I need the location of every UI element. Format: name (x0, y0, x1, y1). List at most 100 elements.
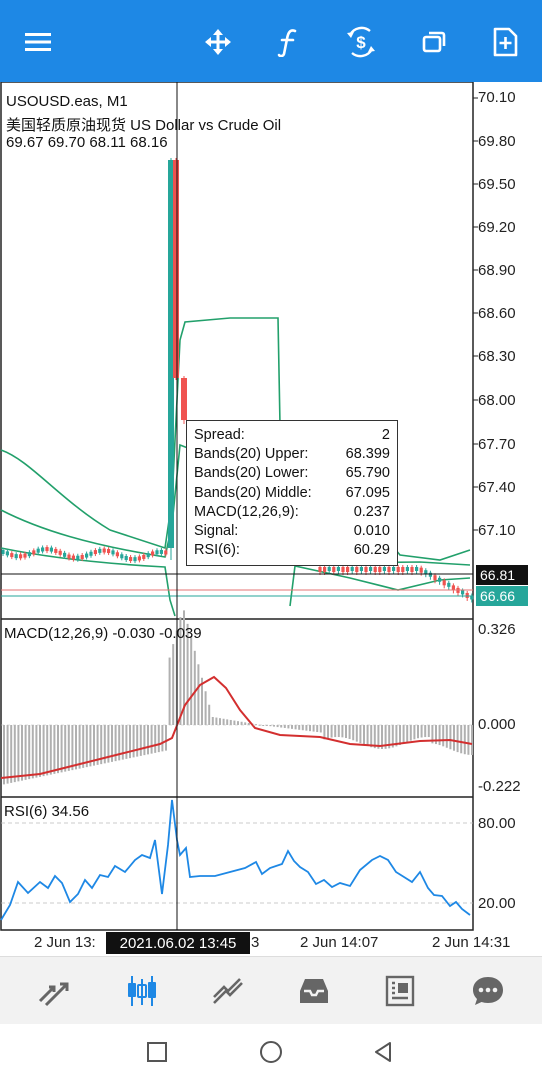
macd-bar (442, 725, 445, 747)
candle-body (318, 567, 322, 572)
candle-body (14, 554, 18, 559)
macd-bar (78, 725, 81, 769)
macd-bar (226, 719, 229, 725)
windows-icon[interactable] (414, 22, 454, 62)
home-button[interactable] (255, 1038, 287, 1066)
macd-bar (348, 725, 351, 739)
trade-icon[interactable]: $ (341, 22, 381, 62)
candle-body (133, 557, 137, 562)
macd-bar (345, 725, 347, 739)
candle-body (447, 582, 451, 587)
news-icon[interactable] (378, 971, 422, 1011)
macd-bar (305, 725, 308, 731)
back-button[interactable] (367, 1038, 399, 1066)
time-axis-label: 2 Jun 13: (34, 934, 96, 951)
macd-bar (129, 725, 131, 759)
macd-bar (46, 725, 49, 776)
candle-body (41, 547, 45, 552)
macd-bar (244, 722, 247, 725)
macd-bar (39, 725, 41, 777)
recents-button[interactable] (141, 1038, 173, 1066)
candle-body (327, 567, 331, 571)
candle-body (102, 548, 106, 553)
candle-body (76, 555, 80, 560)
candle-body (137, 556, 141, 561)
macd-bar (197, 664, 200, 725)
macd-bar (460, 725, 463, 754)
candle-body (146, 553, 150, 558)
macd-bar (24, 725, 27, 780)
macd-bar (42, 725, 45, 777)
macd-bar (456, 725, 459, 753)
macd-bar (193, 650, 196, 725)
info-row: Bands(20) Upper: 68.399 (194, 446, 390, 463)
rsi-axis-label: 80.00 (478, 815, 516, 832)
macd-bar (471, 725, 473, 755)
candle-body (115, 552, 119, 557)
chat-icon[interactable] (466, 971, 510, 1011)
candle-body (67, 554, 71, 559)
candle-body (49, 547, 53, 552)
info-row: MACD(12,26,9): 0.237 (194, 503, 390, 520)
candle-body (98, 548, 102, 553)
macd-bar (237, 721, 239, 725)
candle-body (58, 550, 62, 555)
macd-bar (172, 644, 175, 725)
macd-bar (71, 725, 74, 771)
candle-body (341, 567, 345, 572)
info-row: Bands(20) Lower: 65.790 (194, 465, 390, 482)
macd-bar (125, 725, 128, 759)
candle-body (89, 551, 93, 556)
quotes-icon[interactable] (32, 971, 76, 1011)
candle-body (80, 554, 84, 559)
macd-axis-label: 0.000 (478, 716, 516, 733)
price-axis-label: 68.30 (478, 348, 516, 365)
candle-body (10, 553, 14, 558)
bid-price-tag: 66.81 (476, 565, 528, 585)
macd-bar (406, 725, 409, 743)
history-icon[interactable] (292, 971, 336, 1011)
indicators-icon[interactable] (268, 22, 308, 62)
candle-body (107, 549, 111, 554)
candle-body (438, 577, 442, 582)
macd-bar (438, 725, 441, 746)
system-navigation-bar (0, 1024, 542, 1080)
crosshair-icon[interactable] (198, 22, 238, 62)
chart-symbol: USOUSD.eas, M1 (6, 93, 128, 110)
candle-body (5, 551, 9, 556)
trade-icon[interactable] (206, 971, 250, 1011)
menu-icon[interactable] (18, 22, 58, 62)
macd-bar (132, 725, 135, 758)
macd-bar (75, 725, 77, 770)
info-row: Spread: 2 (194, 427, 390, 443)
time-axis-label: 2 Jun 14:07 (300, 934, 379, 951)
candle-body (45, 547, 49, 552)
candle-body (415, 567, 419, 571)
candle-body (332, 567, 336, 572)
price-axis-label: 70.10 (478, 89, 516, 106)
macd-bar (157, 725, 160, 753)
time-axis-label: 2 Jun 14:31 (432, 934, 511, 951)
new-order-icon[interactable] (485, 22, 525, 62)
bottom-navigation (0, 956, 542, 1024)
macd-bar (287, 725, 290, 729)
macd-bar (355, 725, 358, 742)
top-toolbar: $ (0, 0, 542, 82)
macd-bar (417, 725, 419, 739)
macd-bar (136, 725, 139, 757)
macd-bar (17, 725, 20, 782)
candle-body (428, 572, 432, 577)
candle-body (442, 580, 446, 586)
macd-bar (150, 725, 153, 754)
macd-bar (211, 717, 214, 725)
macd-bar (283, 725, 286, 728)
macd-bar (363, 725, 365, 745)
candle-body (155, 550, 159, 555)
candle-body (346, 567, 350, 572)
rsi-title: RSI(6) 34.56 (4, 803, 90, 820)
candle-body (142, 554, 146, 559)
candle-body (111, 550, 115, 555)
candle-body (373, 567, 377, 572)
chart-icon[interactable] (120, 971, 164, 1011)
macd-bar (6, 725, 9, 784)
